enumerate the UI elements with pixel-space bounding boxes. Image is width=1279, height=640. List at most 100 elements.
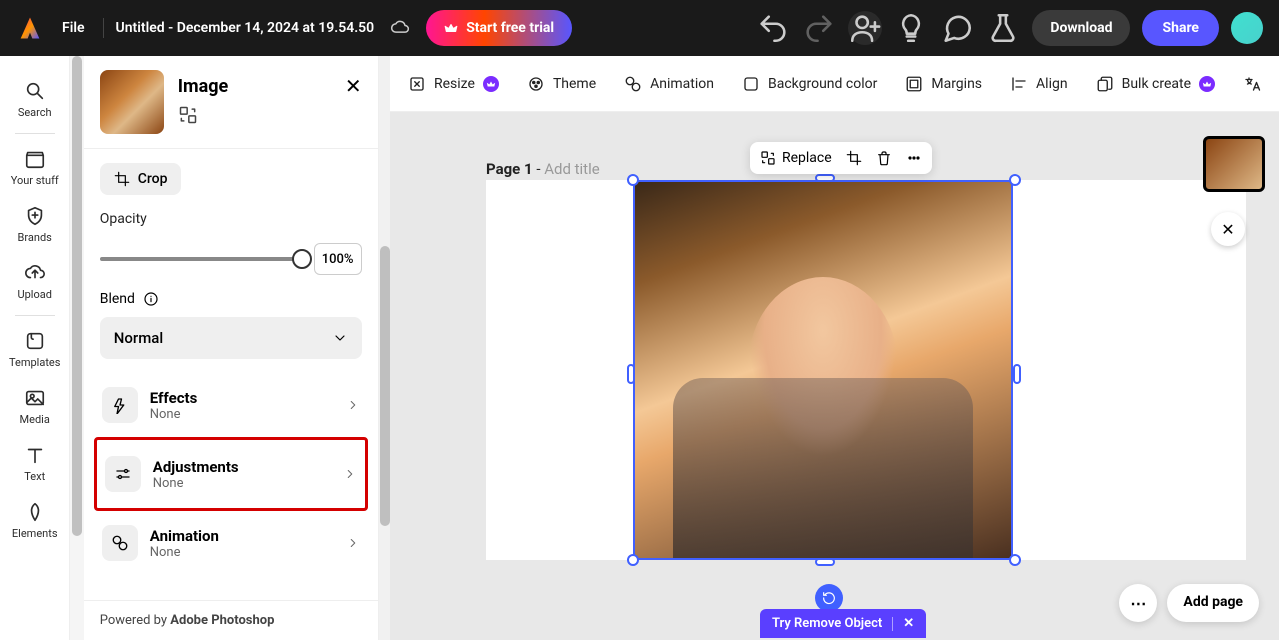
start-trial-button[interactable]: Start free trial [426,10,572,46]
selection-toolbar: Replace [750,142,932,174]
tb-margins[interactable]: Margins [905,75,982,93]
resize-handle-mt[interactable] [815,174,835,182]
page-label[interactable]: Page 1 - Add title [486,160,600,178]
rail-text[interactable]: Text [0,436,69,491]
canvas-area[interactable]: Page 1 - Add title Replace ✕ Try Re [390,112,1279,640]
rail-brands[interactable]: Brands [0,197,69,252]
section-sub: None [153,476,331,491]
section-sub: None [150,545,334,560]
rail-label: Text [24,470,45,483]
effects-section[interactable]: EffectsNone [100,379,362,431]
beaker-button[interactable] [986,11,1020,45]
undo-button[interactable] [756,11,790,45]
replace-button[interactable]: Replace [760,150,832,166]
file-menu[interactable]: File [56,16,91,40]
try-remove-object[interactable]: Try Remove Object ✕ [760,609,926,638]
premium-icon [483,76,499,92]
page-thumbnail[interactable] [1203,136,1265,192]
trial-label: Start free trial [466,20,554,36]
opacity-slider[interactable] [100,257,302,261]
section-title: Effects [150,389,334,407]
section-sub: None [150,407,334,422]
animation-icon [102,525,138,561]
reset-button[interactable] [815,584,843,612]
close-icon[interactable]: ✕ [903,616,914,631]
divider [103,18,104,38]
rail-scrollbar[interactable] [70,56,83,640]
canvas-wrap: Resize Theme Animation Background color … [390,56,1279,640]
close-panel-button[interactable]: ✕ [345,74,362,98]
crop-button[interactable]: Crop [100,163,182,195]
premium-icon [1199,76,1215,92]
rail-elements[interactable]: Elements [0,493,69,548]
tb-translate[interactable] [1243,75,1261,93]
rail-upload[interactable]: Upload [0,254,69,309]
chevron-right-icon [343,467,357,481]
user-avatar[interactable] [1231,12,1263,44]
rail-templates[interactable]: Templates [0,322,69,377]
divider [15,133,55,134]
opacity-value[interactable]: 100% [314,243,362,275]
opacity-control: 100% [100,243,362,275]
redo-button[interactable] [802,11,836,45]
chevron-right-icon [346,536,360,550]
adjustments-highlight: AdjustmentsNone [94,437,368,511]
blend-select[interactable]: Normal [100,317,362,359]
animation-section[interactable]: AnimationNone [100,517,362,569]
add-page-button[interactable]: Add page [1167,584,1259,622]
resize-handle-ml[interactable] [627,364,635,384]
tb-background[interactable]: Background color [742,75,877,93]
slider-thumb[interactable] [292,249,312,269]
adjustments-icon [105,456,141,492]
tb-theme[interactable]: Theme [527,75,596,93]
adjustments-section[interactable]: AdjustmentsNone [103,448,359,500]
tb-resize[interactable]: Resize [408,75,499,93]
top-bar: File Untitled - December 14, 2024 at 19.… [0,0,1279,56]
more-button[interactable] [906,150,922,166]
document-title[interactable]: Untitled - December 14, 2024 at 19.54.50 [116,20,375,36]
section-title: Adjustments [153,458,331,476]
rail-media[interactable]: Media [0,379,69,434]
tb-align[interactable]: Align [1010,75,1068,93]
blend-label-row: Blend [100,291,362,307]
divider [15,315,55,316]
panel-scrollbar[interactable] [379,56,390,640]
properties-panel: Image ✕ Crop Opacity 100% Blend Normal [84,56,379,640]
selected-thumbnail [100,70,164,134]
cloud-status-icon[interactable] [390,18,410,38]
panel-footer: Powered by Adobe Photoshop [84,600,378,640]
hint-button[interactable] [894,11,928,45]
rail-label: Your stuff [11,174,59,187]
opacity-label: Opacity [100,211,362,227]
blend-label: Blend [100,291,135,307]
tb-animation[interactable]: Animation [624,75,714,93]
panel-header: Image ✕ [84,56,378,148]
adobe-logo[interactable] [16,14,44,42]
resize-handle-mr[interactable] [1013,364,1021,384]
crop-tool-button[interactable] [846,150,862,166]
selected-image[interactable] [633,180,1013,560]
delete-button[interactable] [876,150,892,166]
section-title: Animation [150,527,334,545]
resize-handle-mb[interactable] [815,558,835,566]
comment-button[interactable] [940,11,974,45]
rail-label: Elements [12,527,58,540]
swap-icon[interactable] [178,105,331,129]
effects-icon [102,387,138,423]
rail-your-stuff[interactable]: Your stuff [0,140,69,195]
tb-bulk[interactable]: Bulk create [1096,75,1215,93]
resize-handle-br[interactable] [1009,554,1021,566]
chevron-down-icon [332,330,348,346]
download-button[interactable]: Download [1032,10,1130,46]
rail-search[interactable]: Search [0,72,69,127]
share-button[interactable]: Share [1142,10,1219,46]
resize-handle-tr[interactable] [1009,174,1021,186]
crown-icon [444,21,458,35]
info-icon[interactable] [143,291,159,307]
chevron-right-icon [346,398,360,412]
close-thumbnail-button[interactable]: ✕ [1211,212,1245,246]
resize-handle-bl[interactable] [627,554,639,566]
invite-button[interactable] [848,11,882,45]
resize-handle-tl[interactable] [627,174,639,186]
more-options-button[interactable]: ⋯ [1119,584,1157,622]
